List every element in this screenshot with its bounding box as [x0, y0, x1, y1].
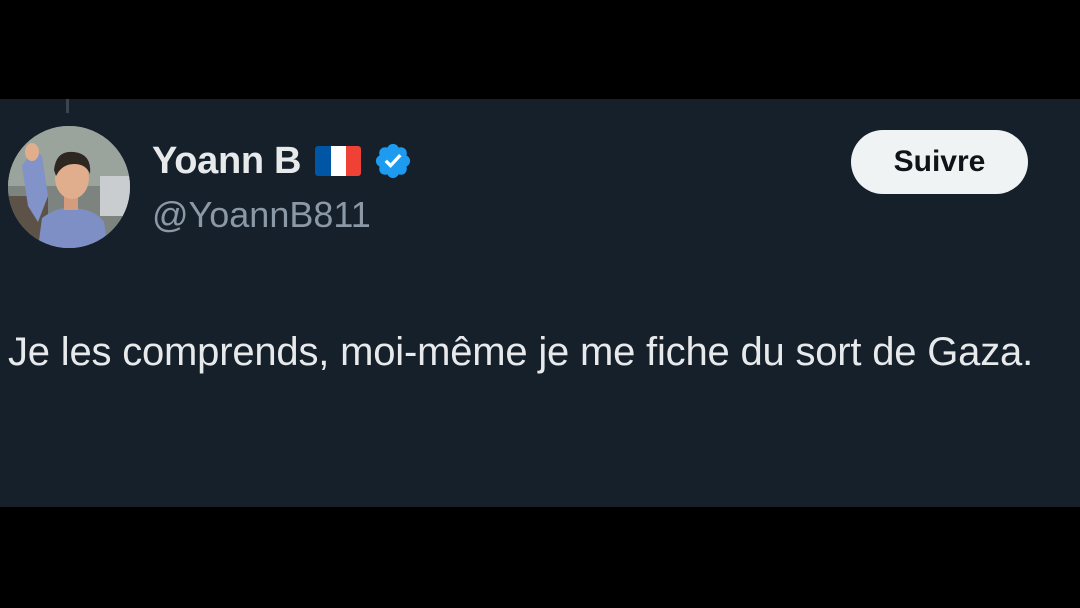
author-handle[interactable]: @YoannB811	[152, 191, 413, 239]
tweet-card: Yoann B @YoannB811 Suivre Je les compren…	[0, 99, 1080, 507]
tweet-text: Je les comprends, moi-même je me fiche d…	[8, 330, 1033, 374]
author-name-row: Yoann B	[152, 137, 413, 185]
tweet-author-header: Yoann B @YoannB811	[152, 137, 413, 247]
verified-badge-icon[interactable]	[373, 141, 413, 181]
thread-connector-line	[66, 99, 69, 113]
screenshot-frame: Yoann B @YoannB811 Suivre Je les compren…	[0, 0, 1080, 608]
profile-avatar[interactable]	[8, 126, 130, 248]
france-flag-icon	[315, 146, 362, 176]
author-display-name[interactable]: Yoann B	[152, 137, 302, 185]
avatar-image	[8, 126, 130, 248]
follow-button[interactable]: Suivre	[851, 130, 1028, 194]
